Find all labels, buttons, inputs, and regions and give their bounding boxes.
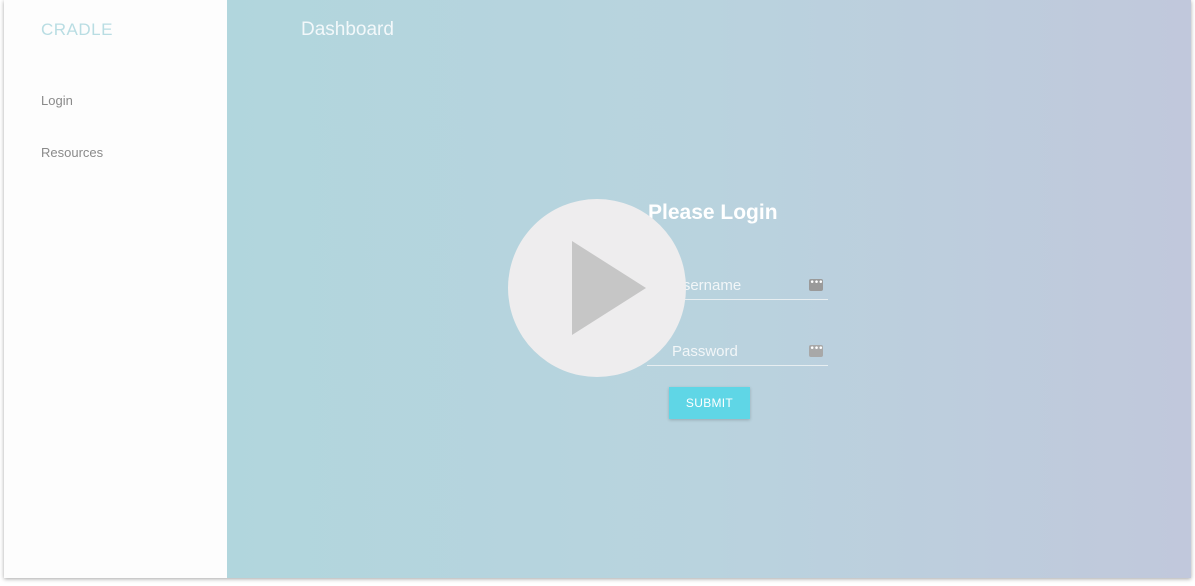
- username-input[interactable]: [672, 273, 802, 297]
- page-title: Dashboard: [301, 19, 394, 40]
- video-play-overlay[interactable]: [508, 199, 686, 377]
- password-input[interactable]: [672, 339, 802, 363]
- brand-logo[interactable]: CRADLE: [41, 20, 113, 40]
- password-manager-key-icon[interactable]: •••: [809, 279, 823, 291]
- password-manager-key-icon[interactable]: •••: [809, 345, 823, 357]
- play-icon: [572, 241, 646, 335]
- app-window: CRADLE Login Resources Dashboard Please …: [4, 0, 1191, 578]
- sidebar-item-resources[interactable]: Resources: [41, 145, 103, 160]
- main-content: Dashboard Please Login ••• ••• SUBMIT: [227, 0, 1191, 578]
- sidebar-item-login[interactable]: Login: [41, 93, 73, 108]
- sidebar: CRADLE Login Resources: [4, 0, 227, 578]
- submit-button[interactable]: SUBMIT: [669, 387, 750, 419]
